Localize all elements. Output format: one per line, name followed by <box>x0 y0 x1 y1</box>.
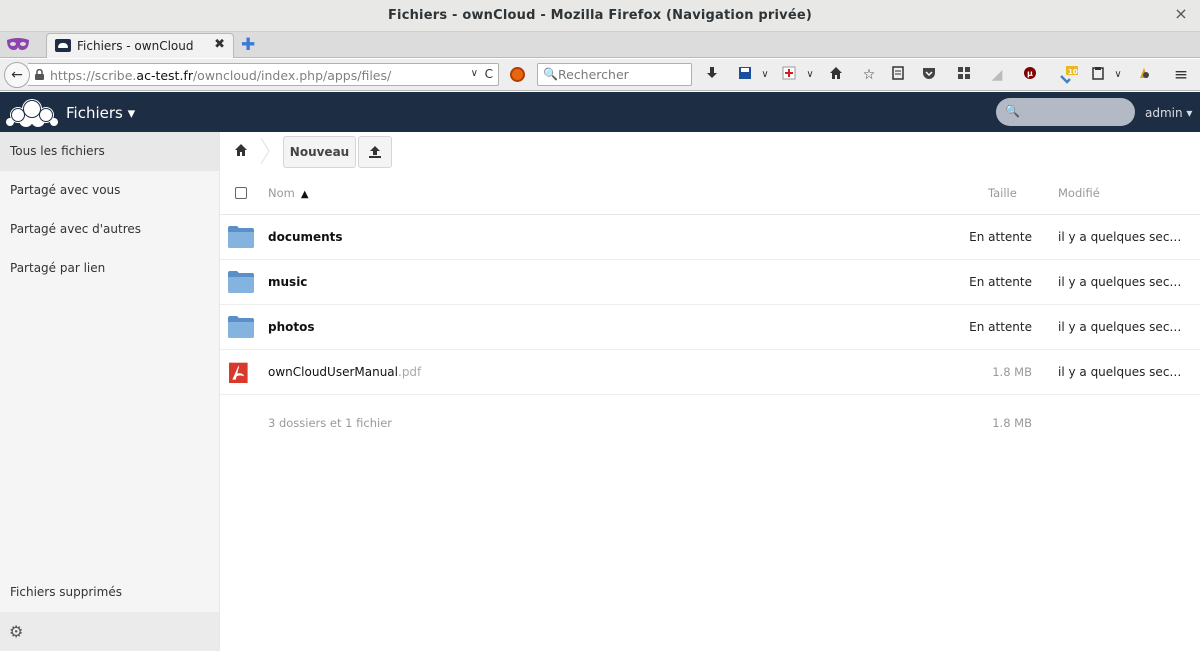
sidebar-item-shared-with-others[interactable]: Partagé avec d'autres <box>0 210 219 249</box>
breadcrumb-separator <box>260 138 270 164</box>
owncloud-header: Fichiers ▾ 🔍 admin ▾ <box>0 92 1200 132</box>
file-size: En attente <box>969 320 1032 334</box>
summary-text: 3 dossiers et 1 fichier <box>268 416 393 430</box>
file-row-documents[interactable]: documents En attente il y a quelques sec… <box>220 215 1200 260</box>
save-icon[interactable] <box>736 66 754 84</box>
app-menu-button[interactable]: Fichiers ▾ <box>66 104 135 122</box>
lock-icon <box>35 69 44 80</box>
owncloud-search-input[interactable]: 🔍 <box>996 98 1135 126</box>
file-modified: il y a quelques secon… <box>1058 230 1188 244</box>
file-list-header: Nom ▲ Taille Modifié <box>220 172 1200 215</box>
tab-label: Fichiers - ownCloud <box>77 39 194 53</box>
file-modified: il y a quelques secon… <box>1058 365 1188 379</box>
firstaid-dropdown-icon[interactable]: ∨ <box>801 66 819 84</box>
tab-strip: Fichiers - ownCloud ✖ ✚ <box>0 32 1200 58</box>
sidebar-item-shared-with-you[interactable]: Partagé avec vous <box>0 171 219 210</box>
url-text[interactable]: https://scribe.ac-test.fr/owncloud/index… <box>50 68 391 83</box>
window-titlebar: Fichiers - ownCloud - Mozilla Firefox (N… <box>0 0 1200 32</box>
navigation-toolbar: https://scribe.ac-test.fr/owncloud/index… <box>0 59 1200 91</box>
clipboard-icon[interactable] <box>1089 66 1107 84</box>
file-size: En attente <box>969 230 1032 244</box>
url-bar[interactable]: https://scribe.ac-test.fr/owncloud/index… <box>28 63 499 86</box>
search-icon: 🔍 <box>543 67 558 81</box>
url-domain: ac-test.fr <box>136 68 193 83</box>
sidebar-item-deleted-files[interactable]: Fichiers supprimés <box>0 573 219 612</box>
file-modified: il y a quelques secon… <box>1058 320 1188 334</box>
file-size: En attente <box>969 275 1032 289</box>
file-name[interactable]: documents <box>268 230 343 244</box>
file-row-music[interactable]: music En attente il y a quelques secon… <box>220 260 1200 305</box>
folder-icon <box>228 226 254 248</box>
file-extension: .pdf <box>398 365 422 379</box>
url-history-dropdown-icon[interactable]: ∨ <box>471 68 478 79</box>
sort-ascending-icon: ▲ <box>300 189 309 200</box>
upload-icon <box>369 146 381 158</box>
pdf-file-icon <box>229 362 248 383</box>
folder-icon <box>228 271 254 293</box>
reload-icon[interactable]: C <box>485 67 493 81</box>
bookmark-star-icon[interactable]: ☆ <box>860 66 878 84</box>
user-menu-button[interactable]: admin ▾ <box>1145 106 1192 120</box>
new-button[interactable]: Nouveau <box>283 136 356 168</box>
badge-count: 10 <box>1068 68 1078 76</box>
ublock-origin-icon[interactable]: μ <box>1021 66 1039 84</box>
sidebar-item-all-files[interactable]: Tous les fichiers <box>0 132 219 171</box>
upload-button[interactable] <box>358 136 392 168</box>
gear-icon: ⚙ <box>9 622 24 641</box>
column-header-modified[interactable]: Modifié <box>1058 186 1100 200</box>
window-title: Fichiers - ownCloud - Mozilla Firefox (N… <box>387 8 813 23</box>
summary-size: 1.8 MB <box>992 416 1032 430</box>
notification-badge-icon[interactable]: 10 <box>1058 66 1078 84</box>
sidebar-item-shared-by-link[interactable]: Partagé par lien <box>0 249 219 288</box>
save-dropdown-icon[interactable]: ∨ <box>756 66 774 84</box>
extension-icon[interactable] <box>1135 66 1153 84</box>
downloads-icon[interactable] <box>703 66 721 84</box>
reading-list-icon[interactable] <box>889 66 907 84</box>
column-header-size[interactable]: Taille <box>988 186 1017 200</box>
svg-text:μ: μ <box>1027 69 1033 78</box>
app-navigation-sidebar: Tous les fichiers Partagé avec vous Part… <box>0 132 220 651</box>
new-tab-icon[interactable]: ✚ <box>241 35 255 55</box>
file-name[interactable]: music <box>268 275 307 289</box>
file-name[interactable]: ownCloudUserManual.pdf <box>268 365 421 379</box>
file-list-summary: 3 dossiers et 1 fichier 1.8 MB <box>220 400 1200 444</box>
browser-search-bar[interactable]: 🔍 <box>537 63 692 86</box>
breadcrumb-home-icon[interactable] <box>234 143 248 157</box>
pocket-icon[interactable] <box>920 66 938 84</box>
private-browsing-mask-icon <box>7 38 29 50</box>
owncloud-search-icon: 🔍 <box>1005 104 1020 118</box>
select-all-checkbox[interactable] <box>235 187 247 199</box>
browser-search-input[interactable] <box>558 66 688 83</box>
browser-tab-fichiers[interactable]: Fichiers - ownCloud ✖ <box>46 33 234 58</box>
file-size: 1.8 MB <box>992 365 1032 379</box>
firstaid-addon-icon[interactable] <box>780 66 798 84</box>
settings-button[interactable]: ⚙ <box>0 612 219 651</box>
addon-icon[interactable] <box>510 67 525 82</box>
files-controls-bar: Nouveau <box>220 132 1200 170</box>
hamburger-menu-icon[interactable]: ≡ <box>1172 66 1190 84</box>
file-row-photos[interactable]: photos En attente il y a quelques secon… <box>220 305 1200 350</box>
file-modified: il y a quelques secon… <box>1058 275 1188 289</box>
column-header-name[interactable]: Nom ▲ <box>268 186 309 200</box>
back-button[interactable]: ← <box>4 62 30 88</box>
apps-grid-icon[interactable] <box>955 66 973 84</box>
folder-icon <box>228 316 254 338</box>
owncloud-logo-icon[interactable] <box>6 96 58 128</box>
file-name[interactable]: photos <box>268 320 315 334</box>
send-arrow-icon[interactable]: ◢ <box>988 66 1006 84</box>
owncloud-favicon-icon <box>55 39 71 52</box>
window-close-icon[interactable]: × <box>1172 5 1190 23</box>
file-row-owncloudusermanual[interactable]: ownCloudUserManual.pdf 1.8 MB il y a que… <box>220 350 1200 395</box>
home-toolbar-icon[interactable] <box>827 66 845 84</box>
clipboard-dropdown-icon[interactable]: ∨ <box>1109 66 1127 84</box>
tab-close-icon[interactable]: ✖ <box>214 37 225 52</box>
